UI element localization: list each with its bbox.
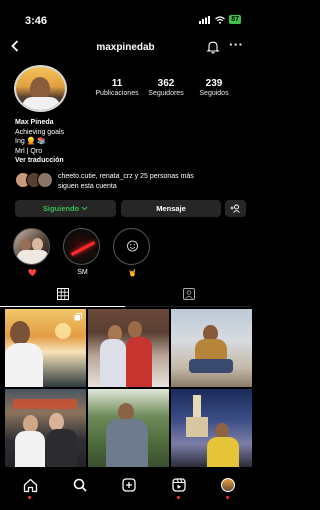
post-thumbnail[interactable] (5, 389, 86, 467)
bio-line: Achieving goals (15, 128, 65, 136)
stat-followers-value: 362 (157, 78, 175, 89)
profile-bio: Max Pineda Achieving goals Ing 👱 📚 Mrl |… (15, 118, 64, 166)
search-icon (73, 478, 87, 492)
profile-avatar-small (221, 478, 235, 492)
nav-create[interactable] (120, 476, 138, 494)
plus-square-icon (122, 478, 136, 492)
story-highlight[interactable]: ❤️ (13, 228, 52, 277)
more-options-icon[interactable]: ··· (229, 37, 244, 52)
nav-home[interactable] (21, 476, 39, 499)
message-button[interactable]: Mensaje (121, 200, 221, 217)
battery-icon: 87 (229, 15, 241, 24)
tab-posts-grid[interactable] (0, 288, 125, 307)
notification-bell-icon[interactable] (206, 40, 220, 54)
mutual-avatar (37, 172, 53, 188)
bottom-navigation (0, 470, 251, 510)
chevron-down-icon (81, 206, 88, 211)
bio-line: Mrl | Qro (15, 147, 43, 155)
signal-icon (199, 15, 211, 24)
status-icons: 87 (199, 15, 241, 24)
suggested-users-button[interactable] (225, 200, 246, 217)
status-bar: 3:46 87 (0, 0, 251, 30)
notification-dot (28, 496, 31, 499)
status-time: 3:46 (25, 15, 48, 27)
stat-followers-label: Seguidores (148, 90, 184, 97)
stat-posts-label: Publicaciones (95, 90, 139, 97)
profile-tabs (0, 285, 251, 307)
notification-dot (226, 496, 229, 499)
highlight-label: SM (77, 269, 88, 276)
post-thumbnail[interactable] (171, 389, 252, 467)
stat-following-value: 239 (205, 78, 223, 89)
wifi-icon (215, 15, 226, 24)
post-thumbnail[interactable] (88, 309, 169, 387)
tab-tagged[interactable] (126, 288, 251, 307)
tagged-person-icon (182, 288, 195, 300)
story-highlight[interactable]: SM (63, 228, 102, 276)
profile-header: maxpinedab ··· (0, 37, 251, 61)
post-thumbnail[interactable] (88, 389, 169, 467)
profile-avatar[interactable] (14, 65, 67, 112)
stat-following[interactable]: 239 Seguidos (193, 78, 235, 97)
mutual-followers-avatars[interactable] (15, 172, 55, 190)
bio-line: Ing 👱 📚 (15, 138, 47, 145)
multiple-photos-icon (74, 313, 82, 321)
followed-by-text[interactable]: cheeto.cutie, renata_crz y 25 personas m… (58, 172, 243, 191)
message-button-label: Mensaje (156, 204, 186, 213)
highlight-label: 🤘 (128, 270, 137, 277)
following-button-label: Siguiendo (42, 204, 80, 213)
home-icon (23, 478, 37, 492)
stat-followers[interactable]: 362 Seguidores (143, 78, 189, 97)
grid-icon (56, 288, 69, 300)
nav-search[interactable] (71, 476, 89, 494)
highlight-cover (13, 228, 50, 265)
highlight-label: ❤️ (28, 270, 37, 277)
post-thumbnail[interactable] (171, 309, 252, 387)
nav-profile[interactable] (219, 476, 237, 499)
reels-icon (172, 478, 186, 492)
smiley-icon (127, 240, 138, 252)
highlight-cover (113, 228, 150, 265)
add-user-icon (230, 204, 240, 213)
highlight-cover (63, 228, 100, 265)
bio-name: Max Pineda (15, 119, 54, 126)
see-translation-link[interactable]: Ver traducción (15, 156, 64, 166)
stat-posts-value: 11 (111, 78, 123, 89)
stat-following-label: Seguidos (199, 90, 229, 97)
stat-posts[interactable]: 11 Publicaciones (92, 78, 142, 97)
notification-dot (177, 496, 180, 499)
post-thumbnail[interactable] (5, 309, 86, 387)
following-button[interactable]: Siguiendo (15, 200, 116, 217)
story-highlight[interactable]: 🤘 (113, 228, 152, 277)
nav-reels[interactable] (170, 476, 188, 499)
